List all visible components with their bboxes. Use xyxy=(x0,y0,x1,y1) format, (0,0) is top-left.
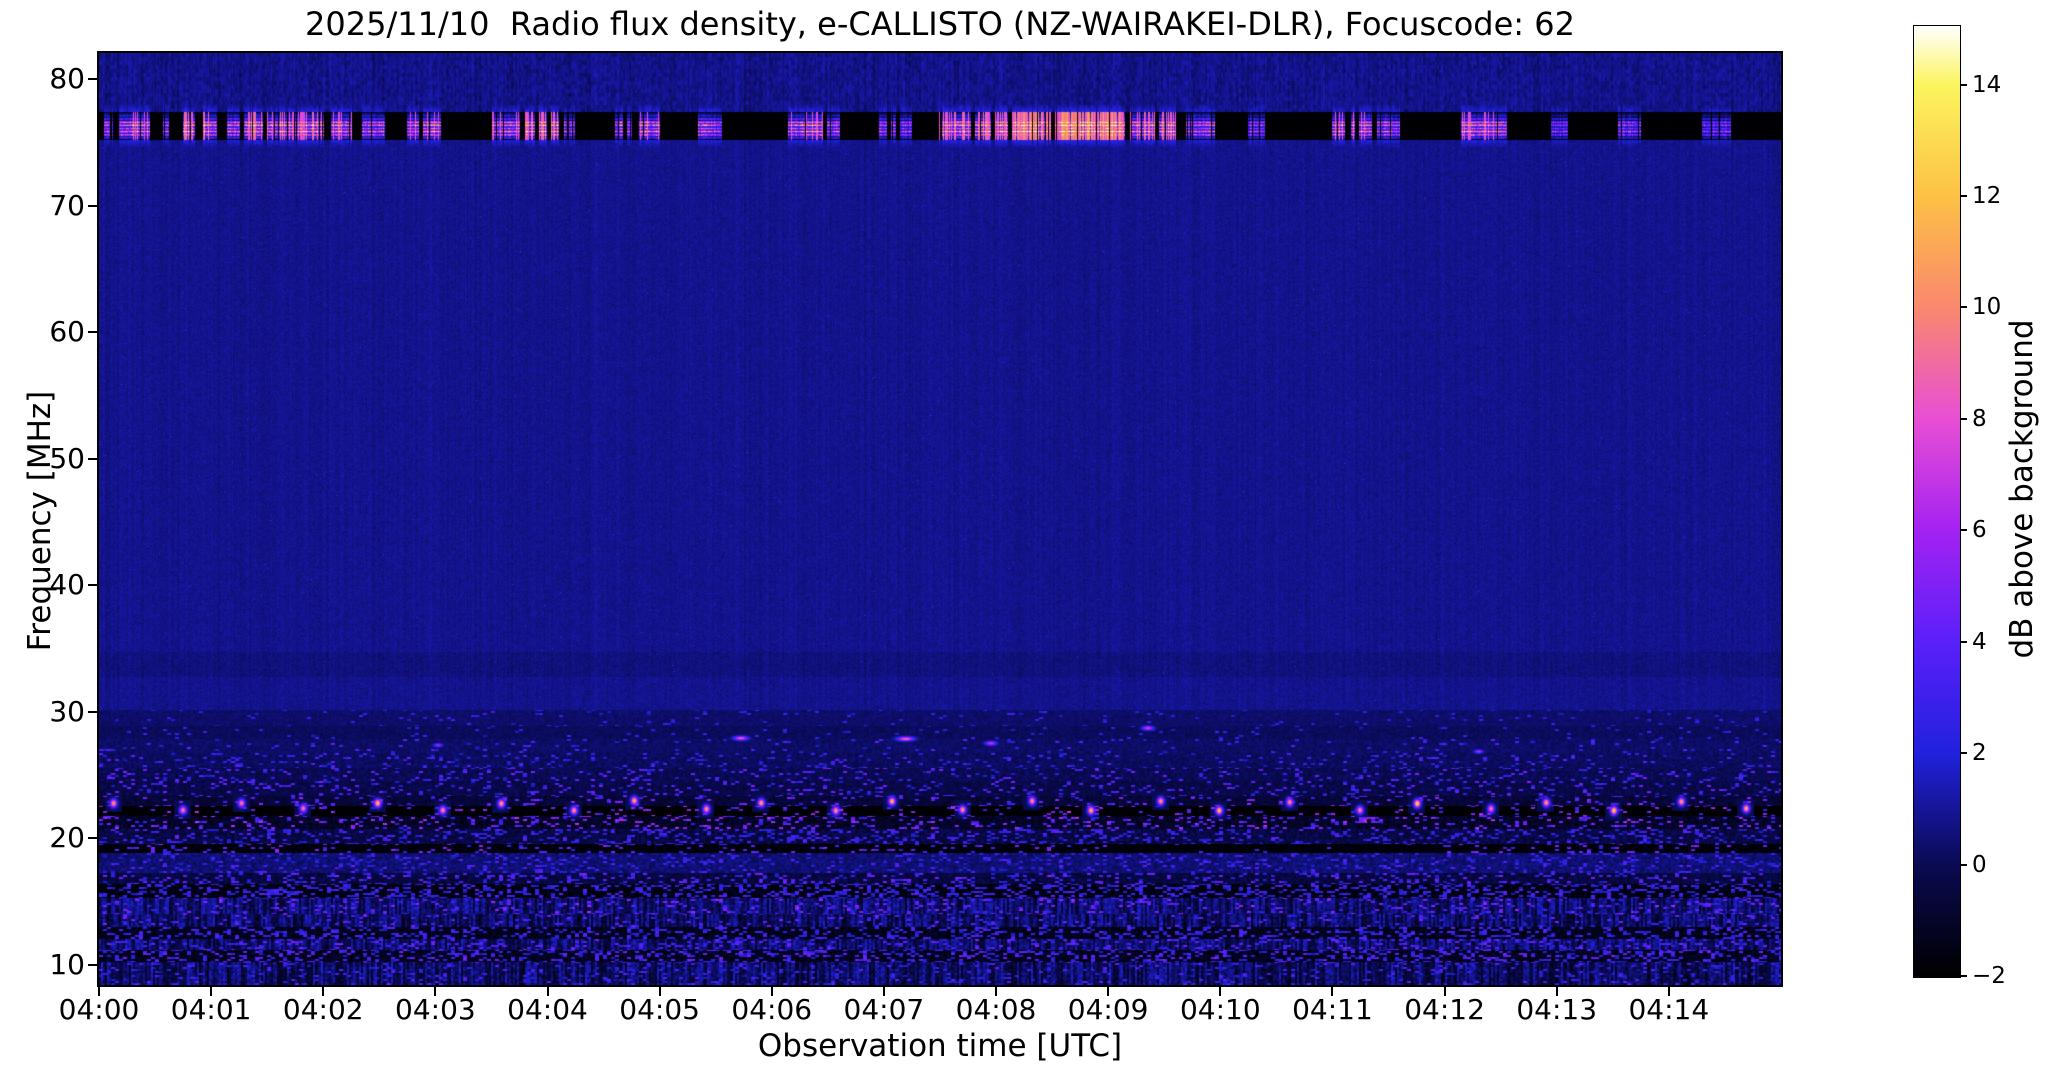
colorbar-tick-mark xyxy=(1960,529,1967,532)
y-tick-label: 20 xyxy=(49,821,85,855)
colorbar-gradient xyxy=(1914,26,1960,977)
colorbar-tick-mark xyxy=(1960,306,1967,309)
colorbar-tick-label: −2 xyxy=(1972,963,2006,989)
y-tick-mark xyxy=(88,837,97,840)
x-tick-label: 04:04 xyxy=(507,993,588,1026)
x-tick-label: 04:08 xyxy=(955,993,1037,1026)
colorbar-tick-label: 12 xyxy=(1972,182,2002,209)
y-tick-mark xyxy=(88,204,97,207)
y-tick-label: 70 xyxy=(49,188,85,222)
y-tick-label: 10 xyxy=(49,947,85,981)
y-axis-label: Frequency [MHz] xyxy=(22,390,58,652)
x-tick-label: 04:00 xyxy=(58,993,140,1026)
x-tick-label: 04:02 xyxy=(282,993,364,1026)
plot-frame xyxy=(97,51,1783,987)
y-tick-mark xyxy=(88,457,97,460)
x-tick-label: 04:01 xyxy=(170,993,252,1026)
radio-spectrogram-figure: 2025/11/10 Radio flux density, e-CALLIST… xyxy=(0,0,2047,1067)
colorbar-tick-label: 14 xyxy=(1972,71,2002,98)
y-tick-mark xyxy=(88,331,97,334)
x-tick-label: 04:13 xyxy=(1516,993,1598,1026)
y-tick-mark xyxy=(88,584,97,587)
colorbar-tick-mark xyxy=(1960,640,1967,643)
plot-title: 2025/11/10 Radio flux density, e-CALLIST… xyxy=(305,5,1575,43)
x-tick-label: 04:05 xyxy=(619,993,700,1026)
x-tick-label: 04:03 xyxy=(395,993,476,1026)
x-tick-label: 04:11 xyxy=(1292,993,1373,1026)
y-tick-mark xyxy=(88,710,97,713)
x-tick-label: 04:06 xyxy=(731,993,813,1026)
colorbar-tick-mark xyxy=(1960,975,1967,977)
y-tick-mark xyxy=(88,963,97,966)
colorbar-tick-mark xyxy=(1960,863,1967,866)
x-axis-label: Observation time [UTC] xyxy=(757,1028,1123,1064)
colorbar-tick-mark xyxy=(1960,83,1967,86)
colorbar-tick-label: 0 xyxy=(1972,851,1987,878)
colorbar-tick-label: 2 xyxy=(1972,740,1987,767)
colorbar-label-wrap: dB above background xyxy=(2002,301,2042,701)
colorbar-tick-mark xyxy=(1960,417,1967,420)
colorbar-tick-mark xyxy=(1960,194,1967,197)
x-tick-label: 04:07 xyxy=(843,993,925,1026)
x-tick-label: 04:09 xyxy=(1067,993,1149,1026)
y-tick-mark xyxy=(88,77,97,80)
y-tick-label: 80 xyxy=(49,61,85,95)
colorbar-frame xyxy=(1913,25,1961,978)
x-tick-label: 04:12 xyxy=(1404,993,1485,1026)
colorbar-tick-mark xyxy=(1960,752,1967,755)
x-tick-label: 04:10 xyxy=(1179,993,1261,1026)
x-tick-label: 04:14 xyxy=(1628,993,1710,1026)
colorbar-label: dB above background xyxy=(2004,319,2040,659)
